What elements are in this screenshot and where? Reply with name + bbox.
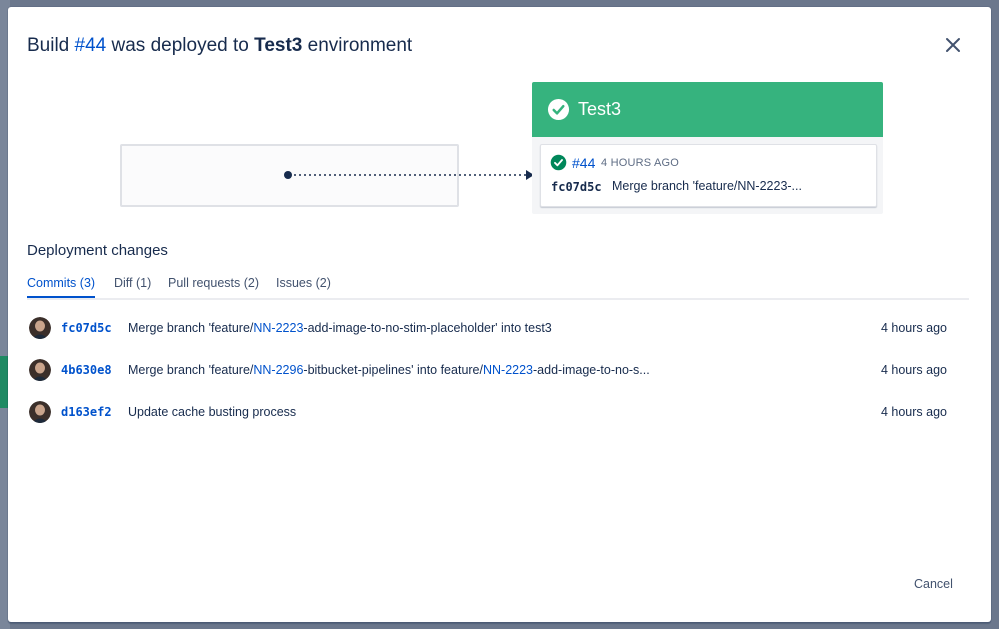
commit-row: fc07d5c Merge branch 'feature/NN-2223-ad… — [27, 314, 969, 344]
build-number-link[interactable]: #44 — [572, 155, 595, 171]
tab-commits[interactable]: Commits (3) — [27, 276, 96, 298]
issue-link[interactable]: NN-2223 — [483, 363, 533, 377]
check-circle-icon — [550, 154, 567, 171]
title-middle: was deployed to — [111, 35, 249, 56]
deployed-time: 4 HOURS AGO — [601, 157, 679, 169]
environment-header: Test3 — [532, 82, 883, 137]
user-avatar — [29, 359, 51, 381]
deployment-arrow — [284, 170, 534, 180]
card-commit-message: Merge branch 'feature/NN-2223-... — [612, 179, 802, 193]
close-icon — [946, 38, 960, 52]
close-button[interactable] — [941, 33, 965, 57]
commit-message: Merge branch 'feature/NN-2223-add-image-… — [128, 321, 552, 335]
check-circle-icon — [547, 98, 570, 121]
deployment-changes-heading: Deployment changes — [27, 242, 168, 259]
user-avatar — [29, 401, 51, 423]
backdrop-accent — [0, 356, 8, 408]
card-commit-hash: fc07d5c — [551, 180, 602, 194]
commit-message: Update cache busting process — [128, 405, 297, 419]
modal-title: Build #44 was deployed to Test3 environm… — [27, 35, 412, 57]
environment-name: Test3 — [578, 99, 622, 119]
title-prefix: Build — [27, 35, 70, 56]
issue-link[interactable]: NN-2223 — [253, 321, 303, 335]
changes-tabs: Commits (3) Diff (1) Pull requests (2) I… — [27, 276, 969, 300]
title-environment: Test3 — [254, 35, 303, 56]
commit-hash-link[interactable]: d163ef2 — [61, 405, 112, 419]
environment-panel: Test3 #44 4 HOURS AGO fc07d5c Merge bran… — [532, 82, 883, 214]
tab-issues[interactable]: Issues (2) — [276, 276, 331, 296]
build-link[interactable]: #44 — [75, 35, 107, 56]
commit-time: 4 hours ago — [880, 405, 947, 419]
commit-row: 4b630e8 Merge branch 'feature/NN-2296-bi… — [27, 356, 969, 386]
user-avatar — [29, 317, 51, 339]
title-suffix: environment — [307, 35, 413, 56]
deployed-build-card[interactable]: #44 4 HOURS AGO fc07d5c Merge branch 'fe… — [540, 144, 877, 207]
commit-message: Merge branch 'feature/NN-2296-bitbucket-… — [128, 363, 650, 377]
commit-hash-link[interactable]: 4b630e8 — [61, 363, 112, 377]
tab-pull-requests[interactable]: Pull requests (2) — [168, 276, 259, 296]
issue-link[interactable]: NN-2296 — [253, 363, 303, 377]
commit-time: 4 hours ago — [880, 321, 947, 335]
deployment-modal: Build #44 was deployed to Test3 environm… — [8, 7, 991, 622]
cancel-button[interactable]: Cancel — [914, 577, 953, 591]
tab-diff[interactable]: Diff (1) — [114, 276, 151, 296]
commit-hash-link[interactable]: fc07d5c — [61, 321, 112, 335]
commit-time: 4 hours ago — [880, 363, 947, 377]
commit-row: d163ef2 Update cache busting process 4 h… — [27, 398, 969, 428]
